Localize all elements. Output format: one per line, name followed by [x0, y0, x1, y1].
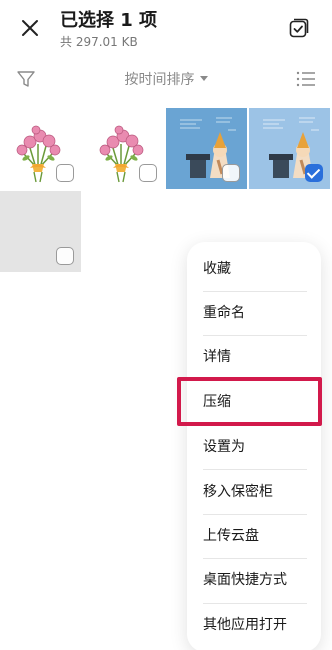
- menu-item-upload-cloud[interactable]: 上传云盘: [203, 514, 307, 558]
- chevron-down-icon: [199, 75, 208, 81]
- sort-dropdown[interactable]: 按时间排序: [0, 69, 332, 89]
- select-checkbox[interactable]: [222, 164, 240, 182]
- grid-item[interactable]: [0, 108, 81, 189]
- select-checkbox-checked[interactable]: [305, 164, 323, 182]
- menu-item-details[interactable]: 详情: [203, 335, 307, 379]
- select-checkbox[interactable]: [56, 247, 74, 265]
- page-title: 已选择 1 项: [60, 10, 158, 31]
- menu-item-set-as[interactable]: 设置为: [203, 425, 307, 469]
- header: 已选择 1 项 共 297.01 KB: [0, 0, 332, 60]
- grid-item[interactable]: [166, 108, 247, 189]
- view-mode-button[interactable]: [295, 68, 317, 90]
- toolbar: 按时间排序: [0, 62, 332, 96]
- menu-item-rename[interactable]: 重命名: [203, 291, 307, 335]
- selection-size: 共 297.01 KB: [60, 35, 138, 49]
- context-menu: 收藏 重命名 详情 压缩 设置为 移入保密柜 上传云盘 桌面快捷方式 其他应用打…: [187, 242, 321, 650]
- list-view-icon: [296, 71, 315, 87]
- highlight-annotation: [177, 377, 322, 426]
- menu-item-desktop-shortcut[interactable]: 桌面快捷方式: [203, 558, 307, 602]
- grid-item[interactable]: [83, 108, 164, 189]
- select-checkbox[interactable]: [56, 164, 74, 182]
- grid-item[interactable]: [249, 108, 330, 189]
- menu-item-favorite[interactable]: 收藏: [203, 247, 307, 291]
- close-button[interactable]: [16, 14, 44, 42]
- close-icon: [22, 20, 38, 36]
- grid-item[interactable]: [0, 191, 81, 272]
- sort-label: 按时间排序: [124, 72, 195, 88]
- menu-item-open-with[interactable]: 其他应用打开: [203, 603, 307, 647]
- select-all-button[interactable]: [286, 15, 312, 41]
- menu-item-move-to-safe[interactable]: 移入保密柜: [203, 470, 307, 514]
- select-all-icon: [289, 18, 309, 38]
- select-checkbox[interactable]: [139, 164, 157, 182]
